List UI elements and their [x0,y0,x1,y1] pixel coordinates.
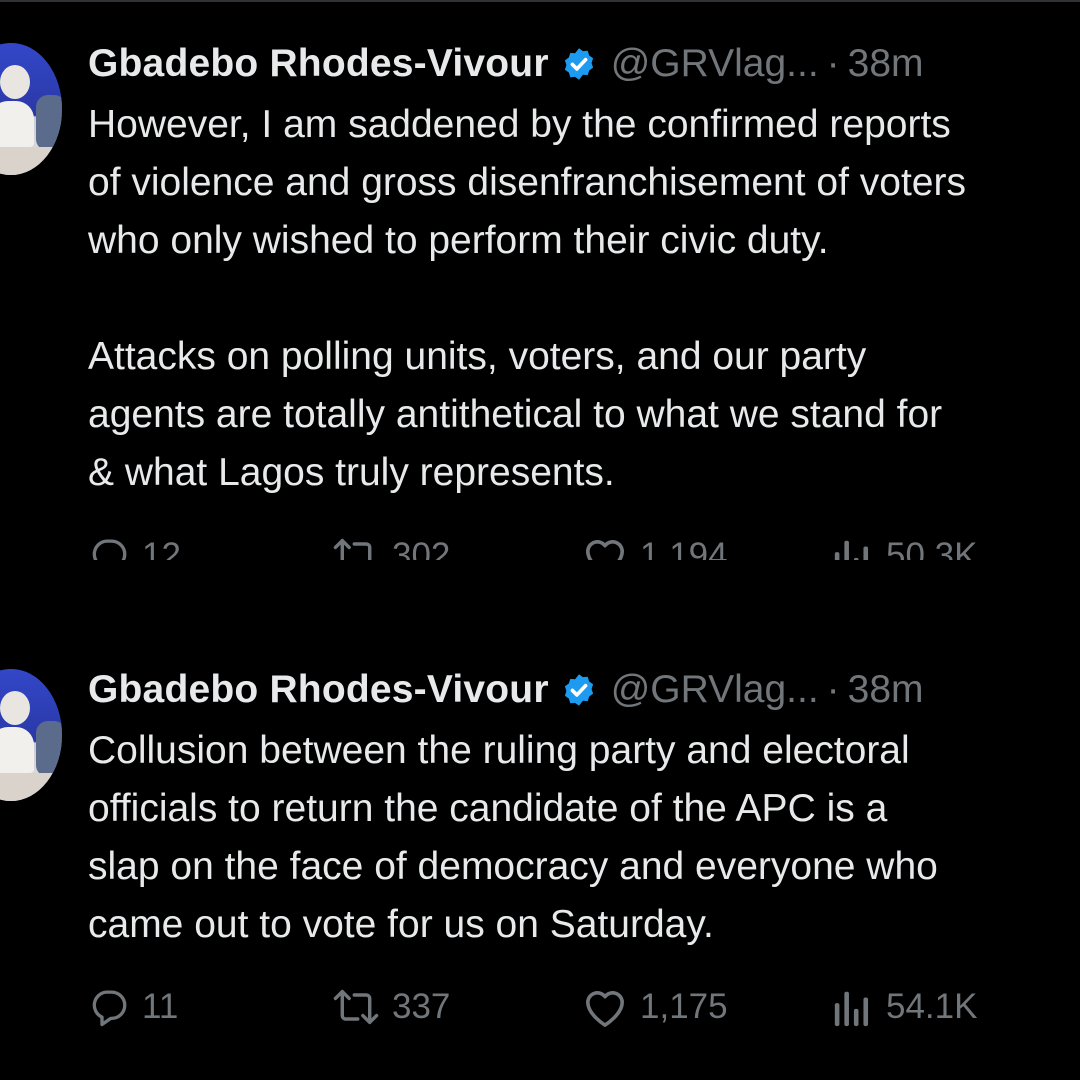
tweet-actions: 11 337 1,175 54.1K [88,979,1068,1035]
avatar[interactable] [0,669,62,801]
timestamp[interactable]: 38m [848,42,924,86]
tweet-text: However, I am saddened by the confirmed … [88,103,966,494]
views-count: 54.1K [886,987,978,1026]
reply-count: 12 [142,536,181,560]
like-count: 1,175 [640,987,728,1026]
like-count: 1,194 [640,536,728,560]
views-icon [834,991,869,1027]
views-count: 50.3K [886,536,978,560]
reply-button[interactable]: 12 [88,528,181,560]
retweet-count: 337 [392,987,451,1026]
retweet-button[interactable]: 302 [332,528,450,560]
retweet-count: 302 [392,536,451,560]
reply-icon [92,539,127,560]
views-icon [834,540,869,560]
like-button[interactable]: 1,175 [582,979,728,1035]
timestamp[interactable]: 38m [848,668,924,712]
like-button[interactable]: 1,194 [582,528,728,560]
heart-icon [586,991,624,1027]
author-name[interactable]: Gbadebo Rhodes-Vivour [88,668,549,712]
tweet-actions: 12 302 1,194 50.3K [88,528,1068,560]
verified-badge-icon [564,674,593,706]
reply-button[interactable]: 11 [88,979,178,1035]
separator-dot: · [826,42,840,85]
retweet-icon [333,538,372,560]
tweet-text: Collusion between the ruling party and e… [88,729,938,946]
tweet[interactable]: Gbadebo Rhodes-Vivour @GRVlag... · 38m H… [0,0,1080,560]
views-button[interactable]: 54.1K [830,979,977,1035]
verified-badge-icon [564,48,593,80]
author-name[interactable]: Gbadebo Rhodes-Vivour [88,42,549,86]
separator-dot: · [826,668,840,711]
reply-count: 11 [142,987,179,1026]
tweet-header: Gbadebo Rhodes-Vivour @GRVlag... · 38m [88,664,924,716]
author-handle[interactable]: @GRVlag... [611,42,819,86]
heart-icon [586,540,624,560]
views-button[interactable]: 50.3K [830,528,977,560]
author-handle[interactable]: @GRVlag... [611,668,819,712]
avatar[interactable] [0,43,62,175]
reply-icon [92,990,127,1027]
tweet-header: Gbadebo Rhodes-Vivour @GRVlag... · 38m [88,38,924,90]
retweet-button[interactable]: 337 [332,979,450,1035]
retweet-icon [333,989,379,1025]
